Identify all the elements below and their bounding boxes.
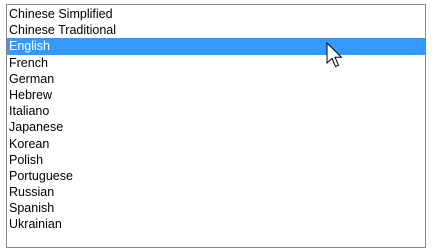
language-item-japanese[interactable]: Japanese — [7, 119, 425, 135]
language-item-chinese-traditional[interactable]: Chinese Traditional — [7, 22, 425, 38]
language-item-hebrew[interactable]: Hebrew — [7, 87, 425, 103]
language-item-korean[interactable]: Korean — [7, 136, 425, 152]
language-item-german[interactable]: German — [7, 71, 425, 87]
language-item-russian[interactable]: Russian — [7, 184, 425, 200]
language-item-portuguese[interactable]: Portuguese — [7, 168, 425, 184]
language-item-spanish[interactable]: Spanish — [7, 200, 425, 216]
language-item-french[interactable]: French — [7, 55, 425, 71]
language-item-italiano[interactable]: Italiano — [7, 103, 425, 119]
language-list: Chinese Simplified Chinese Traditional E… — [7, 5, 425, 233]
language-item-chinese-simplified[interactable]: Chinese Simplified — [7, 6, 425, 22]
language-item-polish[interactable]: Polish — [7, 152, 425, 168]
language-item-english[interactable]: English — [7, 38, 425, 55]
arrow-pointer-icon — [326, 42, 343, 68]
language-item-ukrainian[interactable]: Ukrainian — [7, 216, 425, 232]
language-listbox[interactable]: Chinese Simplified Chinese Traditional E… — [6, 4, 426, 248]
